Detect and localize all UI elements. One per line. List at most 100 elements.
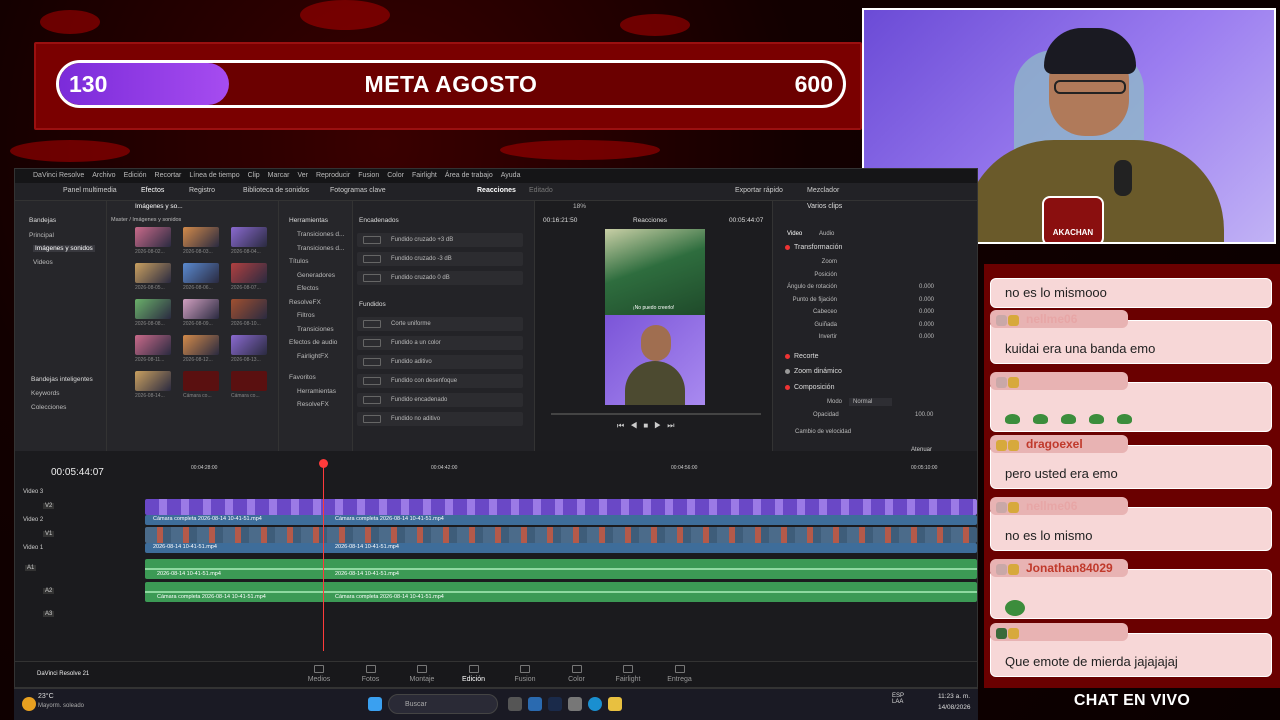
quick-export-button[interactable]: Exportar rápido xyxy=(735,187,783,194)
inspector-field-value[interactable]: 0.000 xyxy=(919,322,934,328)
edge-icon[interactable] xyxy=(588,697,602,711)
bin-principal[interactable]: Principal xyxy=(29,232,54,239)
index-button[interactable]: Registro xyxy=(189,187,215,194)
dynamic-zoom-header[interactable]: Zoom dinámico xyxy=(785,368,842,375)
media-thumbnail[interactable] xyxy=(231,227,267,247)
speed-change-header[interactable]: Cambio de velocidad xyxy=(795,429,851,435)
composite-header[interactable]: Composición xyxy=(785,384,834,391)
effect-item[interactable]: Fundido no aditivo xyxy=(357,412,523,426)
inspector-tab-audio[interactable]: Audio xyxy=(819,231,834,237)
track-a3-tag[interactable]: A3 xyxy=(43,611,55,617)
v1-clip[interactable]: 2026-08-14 10-41-51.mp4 2026-08-14 10-41… xyxy=(145,543,977,553)
menu-item[interactable]: Reproducir xyxy=(316,169,350,183)
track-a2-tag[interactable]: A2 xyxy=(43,588,55,594)
effects-tree-item[interactable]: FairlightFX xyxy=(297,353,328,360)
effect-item[interactable]: Fundido cruzado +3 dB xyxy=(357,233,523,247)
inspector-field-value[interactable]: 0.000 xyxy=(919,334,934,340)
smart-bin-keywords[interactable]: Keywords xyxy=(31,390,60,397)
media-thumbnail[interactable] xyxy=(135,227,171,247)
bin-videos[interactable]: Videos xyxy=(33,259,53,266)
media-thumbnail[interactable] xyxy=(183,227,219,247)
page-fusion-icon[interactable] xyxy=(520,665,530,673)
media-thumbnail[interactable] xyxy=(183,263,219,283)
menu-item[interactable]: Fairlight xyxy=(412,169,437,183)
playhead[interactable] xyxy=(323,461,324,651)
page-edición-icon[interactable] xyxy=(468,665,479,673)
photoshop-icon[interactable] xyxy=(548,697,562,711)
a2-audio-clip[interactable]: Cámara completa 2026-08-14 10-41-51.mp4 … xyxy=(145,582,977,602)
playhead-handle[interactable] xyxy=(319,459,328,468)
effect-item[interactable]: Fundido encadenado xyxy=(357,393,523,407)
media-thumbnail[interactable] xyxy=(231,263,267,283)
smart-bin-collections[interactable]: Colecciones xyxy=(31,404,66,411)
menu-item[interactable]: Línea de tiempo xyxy=(189,169,239,183)
page-fotos-icon[interactable] xyxy=(365,665,376,673)
menu-item[interactable]: Ayuda xyxy=(501,169,521,183)
mixer-button[interactable]: Mezclador xyxy=(807,187,839,194)
media-thumbnail[interactable] xyxy=(231,335,267,355)
media-thumbnail[interactable] xyxy=(183,335,219,355)
effects-tree-item[interactable]: ResolveFX xyxy=(297,401,329,408)
opacity-value[interactable]: 100.00 xyxy=(915,412,933,418)
sound-library-button[interactable]: Biblioteca de sonidos xyxy=(243,187,309,194)
v2-clip[interactable]: Cámara completa 2026-08-14 10-41-51.mp4 … xyxy=(145,515,977,525)
menu-item[interactable]: Recortar xyxy=(155,169,182,183)
page-tab[interactable]: Edición xyxy=(454,676,494,683)
effect-item[interactable]: Fundido cruzado -3 dB xyxy=(357,252,523,266)
effect-item[interactable]: Fundido a un color xyxy=(357,336,523,350)
menu-item[interactable]: Edición xyxy=(124,169,147,183)
effects-tree-item[interactable]: Favoritos xyxy=(289,374,316,381)
effect-item[interactable]: Fundido con desenfoque xyxy=(357,374,523,388)
viewer-scrubber[interactable] xyxy=(551,413,761,415)
effect-item[interactable]: Corte uniforme xyxy=(357,317,523,331)
v2-clip-strip[interactable] xyxy=(145,499,977,515)
clock-time[interactable]: 11:23 a. m. xyxy=(938,693,970,700)
inspector-field-value[interactable]: 0.000 xyxy=(919,284,934,290)
file-explorer-icon[interactable] xyxy=(608,697,622,711)
page-tab[interactable]: Entrega xyxy=(660,676,700,683)
media-thumbnail[interactable] xyxy=(135,299,171,319)
media-thumbnail[interactable] xyxy=(135,335,171,355)
page-tab[interactable]: Montaje xyxy=(402,676,442,683)
mode-select[interactable]: Normal xyxy=(849,398,893,406)
inspector-tab-video[interactable]: Video xyxy=(787,231,802,237)
effects-tree-item[interactable]: Transiciones d... xyxy=(297,245,344,252)
menu-item[interactable]: DaVinci Resolve xyxy=(33,169,84,183)
v1-clip-strip[interactable] xyxy=(145,527,977,543)
page-tab[interactable]: Medios xyxy=(299,676,339,683)
menu-item[interactable]: Ver xyxy=(297,169,308,183)
page-color-icon[interactable] xyxy=(571,665,582,673)
effect-item[interactable]: Fundido aditivo xyxy=(357,355,523,369)
track-a1-tag[interactable]: A1 xyxy=(25,565,37,571)
inspector-field-value[interactable]: 0.000 xyxy=(919,309,934,315)
keyboard-language[interactable]: ESP LAA xyxy=(892,693,912,705)
effects-tree-item[interactable]: Transiciones xyxy=(297,326,334,333)
taskbar-search[interactable]: Buscar xyxy=(388,694,498,714)
clock-date[interactable]: 14/08/2026 xyxy=(938,704,971,711)
effects-tree-item[interactable]: Transiciones d... xyxy=(297,231,344,238)
crop-header[interactable]: Recorte xyxy=(785,353,819,360)
page-fairlight-icon[interactable] xyxy=(623,665,633,673)
menu-item[interactable]: Fusion xyxy=(358,169,379,183)
effects-tree-item[interactable]: Títulos xyxy=(289,258,309,265)
media-thumbnail[interactable] xyxy=(183,371,219,391)
menu-item[interactable]: Color xyxy=(387,169,404,183)
effects-tree-item[interactable]: ResolveFX xyxy=(289,299,321,306)
effects-tree-item[interactable]: Herramientas xyxy=(297,388,336,395)
media-thumbnail[interactable] xyxy=(231,371,267,391)
effects-tree-item[interactable]: Efectos de audio xyxy=(289,339,337,346)
menu-item[interactable]: Marcar xyxy=(268,169,290,183)
media-pool-button[interactable]: Panel multimedia xyxy=(63,187,117,194)
page-tab[interactable]: Color xyxy=(557,676,597,683)
effects-button[interactable]: Efectos xyxy=(141,187,164,194)
start-icon[interactable] xyxy=(368,697,382,711)
transport-controls[interactable]: ⏮◀■▶⏭ xyxy=(617,421,697,431)
effects-tree-item[interactable]: Generadores xyxy=(297,272,335,279)
media-thumbnail[interactable] xyxy=(135,371,171,391)
a1-audio-clip[interactable]: 2026-08-14 10-41-51.mp4 2026-08-14 10-41… xyxy=(145,559,977,579)
media-thumbnail[interactable] xyxy=(183,299,219,319)
settings-app-icon[interactable] xyxy=(568,697,582,711)
menu-item[interactable]: Archivo xyxy=(92,169,115,183)
effects-tree-item[interactable]: Efectos xyxy=(297,285,319,292)
bin-images-sounds[interactable]: Imágenes y sonidos xyxy=(33,245,95,252)
